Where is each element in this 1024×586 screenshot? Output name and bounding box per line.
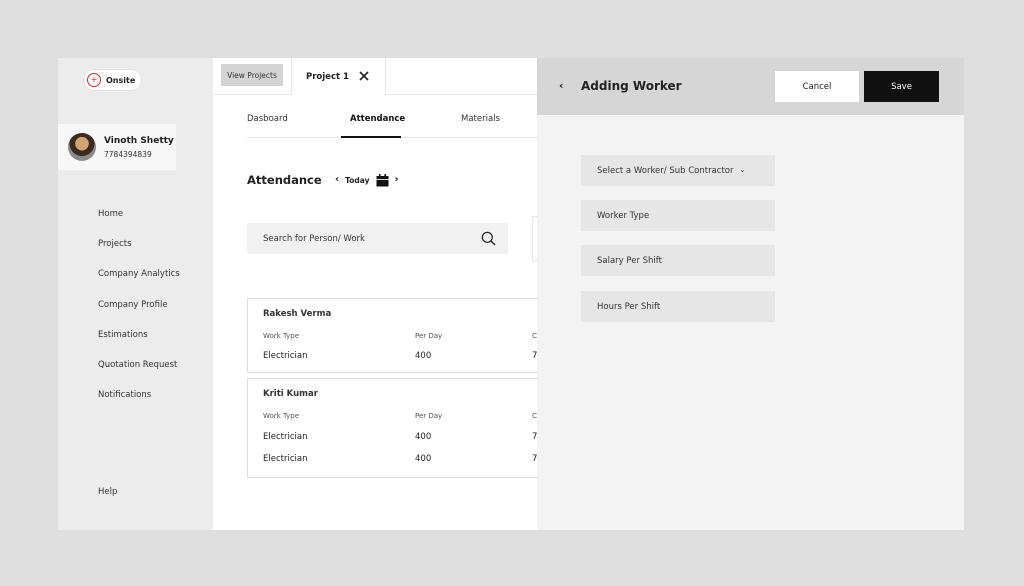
project-tab-label: Project 1 [306,71,349,82]
user-card[interactable]: Vinoth Shetty 7784394839 [58,124,176,170]
onsite-logo-icon: + [87,73,101,87]
tab-materials[interactable]: Materials [461,114,500,124]
chevron-right-icon[interactable]: › [395,175,399,185]
column-header: Per Day [415,332,443,340]
date-label: Today [345,175,370,185]
sidebar-item-company-analytics[interactable]: Company Analytics [98,268,180,298]
per-day-cell: 400 [415,432,432,442]
tab-attendance[interactable]: Attendance [350,114,405,124]
close-icon[interactable] [358,70,370,82]
attendance-title: Attendance [247,173,322,187]
worker-select-label: Select a Worker/ Sub Contractor [597,165,734,176]
project-subtabs: Dasboard Attendance Materials [247,108,537,138]
column-header: Per Day [415,412,443,420]
chevron-left-icon[interactable]: ‹ [559,80,564,92]
search-icon[interactable] [481,231,496,246]
worker-card[interactable]: Rakesh Verma Work Type Per Day C Electri… [247,298,537,373]
work-type-cell: Electrician [263,454,308,464]
search-input[interactable] [263,233,463,244]
avatar [68,133,96,161]
user-phone: 7784394839 [104,149,152,159]
column-header: Work Type [263,412,300,420]
sidebar-item-help[interactable]: Help [98,487,117,497]
worker-name: Kriti Kumar [263,389,318,399]
project-content: View Projects Project 1 Dasboard Attenda… [213,58,537,530]
calendar-icon[interactable] [376,173,389,187]
logo-text: Onsite [106,75,136,85]
sidebar-item-projects[interactable]: Projects [98,238,180,268]
date-navigator: ‹ Today › [335,172,399,188]
sidebar-item-estimations[interactable]: Estimations [98,329,180,359]
cancel-button[interactable]: Cancel [775,71,859,102]
chevron-left-icon[interactable]: ‹ [335,175,339,185]
chevron-down-icon: ⌄ [739,166,746,174]
worker-card[interactable]: Kriti Kumar Work Type Per Day C Electric… [247,378,537,478]
salary-per-shift-field[interactable]: Salary Per Shift [581,245,775,276]
sidebar-nav: Home Projects Company Analytics Company … [98,208,180,419]
sidebar-item-company-profile[interactable]: Company Profile [98,299,180,329]
per-day-cell: 400 [415,454,432,464]
work-type-cell: Electrician [263,432,308,442]
app-window: + Onsite Vinoth Shetty 7784394839 Home P… [58,58,964,530]
worker-name: Rakesh Verma [263,309,332,319]
search-box [247,223,508,254]
panel-header: ‹ Adding Worker Cancel Save [537,58,964,115]
work-type-cell: Electrician [263,351,308,361]
sidebar-item-notifications[interactable]: Notifications [98,389,180,419]
panel-title: Adding Worker [581,79,682,93]
save-button[interactable]: Save [864,71,939,102]
worker-select-dropdown[interactable]: Select a Worker/ Sub Contractor ⌄ [581,155,775,186]
user-name: Vinoth Shetty [104,135,174,146]
adding-worker-panel: ‹ Adding Worker Cancel Save Select a Wor… [537,58,964,530]
hours-per-shift-field[interactable]: Hours Per Shift [581,291,775,322]
tab-project-1[interactable]: Project 1 [291,58,386,95]
per-day-cell: 400 [415,351,432,361]
active-tab-indicator [341,136,401,138]
sidebar-item-home[interactable]: Home [98,208,180,238]
sidebar-item-quotation-request[interactable]: Quotation Request [98,359,180,389]
tab-dashboard[interactable]: Dasboard [247,114,288,124]
worker-type-field[interactable]: Worker Type [581,200,775,231]
logo[interactable]: + Onsite [84,70,142,90]
user-info: Vinoth Shetty 7784394839 [104,136,174,159]
project-tabbar: View Projects Project 1 [213,58,537,95]
column-header: Work Type [263,332,300,340]
view-projects-button[interactable]: View Projects [221,64,283,86]
sidebar: + Onsite Vinoth Shetty 7784394839 Home P… [58,58,213,530]
